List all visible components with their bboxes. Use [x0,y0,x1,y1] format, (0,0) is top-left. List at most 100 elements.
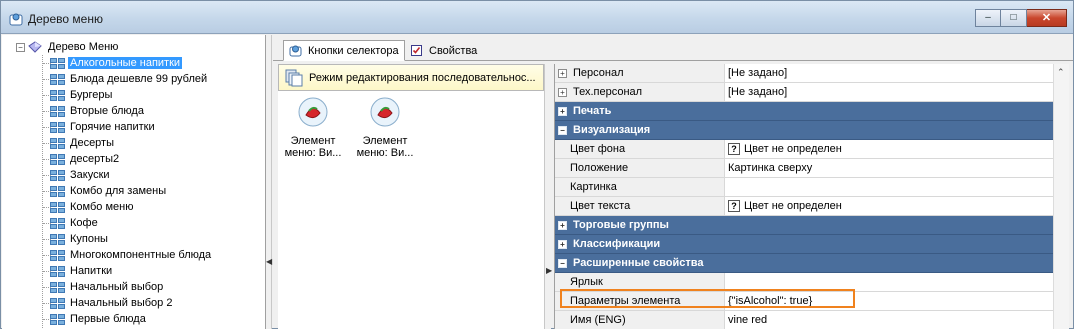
expand-icon[interactable]: + [558,106,567,116]
property-name-cell: Имя (ENG) [555,311,725,329]
tree-item-label: Горячие напитки [70,121,155,133]
tree-item[interactable]: Комбо меню [50,199,135,215]
tree-item[interactable]: Закуски [50,167,112,183]
expand-icon[interactable]: + [558,68,567,78]
property-category-label: Печать [573,105,612,117]
menu-tree-window: Дерево меню – □ ✕ − Дерево Меню Алкоголь… [0,0,1074,329]
tree-root[interactable]: − Дерево Меню [16,39,120,55]
menu-category-icon [50,313,65,325]
property-value: [Не задано] [728,86,788,98]
property-row[interactable]: + Персонал [Не задано] [555,64,1054,83]
tab-properties[interactable]: Свойства [405,40,482,61]
property-row[interactable]: Положение Картинка сверху [555,159,1054,178]
property-value-cell[interactable] [725,273,1054,292]
collapse-icon[interactable]: − [16,42,25,52]
property-value-cell[interactable]: {"isAlcohol": true} [725,292,1054,311]
property-grid-scrollbar[interactable]: ⌃ [1053,64,1069,329]
menu-element-icon [298,97,328,127]
collapse-left-icon[interactable]: ◀ [266,257,272,266]
sequence-edit-mode-header[interactable]: Режим редактирования последовательнос... [278,64,544,91]
tree-item[interactable]: Горячие напитки [50,119,157,135]
tree-item[interactable]: Блюда дешевле 99 рублей [50,71,209,87]
tree-item[interactable]: Напитки [50,263,114,279]
property-category-label: Расширенные свойства [573,257,704,269]
tree-item[interactable]: Вторые блюда [50,103,146,119]
tree-item[interactable]: Многокомпонентные блюда [50,247,213,263]
property-row[interactable]: Ярлык [555,273,1054,292]
tree-item[interactable]: Десерты [50,135,116,151]
minimize-button[interactable]: – [975,9,1001,27]
property-category[interactable]: + Печать [555,102,1054,121]
title-bar[interactable]: Дерево меню – □ ✕ [1,1,1073,34]
maximize-button[interactable]: □ [1001,9,1027,27]
property-value-cell[interactable]: ? Цвет не определен [725,140,1054,159]
property-grid[interactable]: + Персонал [Не задано] + Тех.персонал [Не зад… [554,64,1069,329]
minimize-icon: – [985,12,991,23]
property-value-cell[interactable]: vine red [725,311,1054,329]
tree-item[interactable]: Начальный выбор [50,279,165,295]
property-row[interactable]: Цвет фона? Цвет не определен [555,140,1054,159]
tree-item[interactable]: Комбо для замены [50,183,168,199]
menu-category-icon [50,249,65,261]
tree-root-label: Дерево Меню [48,41,119,53]
expand-icon[interactable]: + [558,220,567,230]
property-name-cell: Картинка [555,178,725,197]
property-value-cell[interactable]: ? Цвет не определен [725,197,1054,216]
close-icon: ✕ [1041,11,1052,24]
tree-item-label: Закуски [70,169,110,181]
expand-icon[interactable]: + [558,87,567,97]
property-category[interactable]: − Визуализация [555,121,1054,140]
close-button[interactable]: ✕ [1027,9,1067,27]
menu-element-1[interactable]: Элемент меню: Ви... [280,96,346,160]
property-value-cell[interactable] [725,178,1054,197]
tree-item-label: Купоны [70,233,108,245]
property-row[interactable]: Картинка [555,178,1054,197]
tree-item[interactable]: Кофе [50,215,100,231]
sequence-edit-icon [285,69,303,86]
tree-item-label: Вторые блюда [70,105,144,117]
menu-tree[interactable]: − Дерево Меню Алкогольные напитки Блюда д… [2,35,266,329]
menu-category-icon [50,169,65,181]
collapse-icon[interactable]: − [558,258,567,268]
property-value-cell[interactable]: [Не задано] [725,64,1054,83]
sequence-edit-mode-label: Режим редактирования последовательнос... [309,71,536,84]
menu-category-icon [50,89,65,101]
menu-category-icon [50,57,65,69]
left-splitter[interactable]: ◀ [266,35,272,329]
scroll-up-icon[interactable]: ⌃ [1057,67,1065,78]
property-name-cell: Цвет фона [555,140,725,159]
tree-item-label: Комбо меню [70,201,134,213]
property-row[interactable]: Цвет текста? Цвет не определен [555,197,1054,216]
tree-item[interactable]: Алкогольные напитки [50,55,183,71]
tree-item[interactable]: Первые блюда [50,311,148,327]
property-name: Тех.персонал [573,86,643,98]
property-row[interactable]: Параметры элемента {"isAlcohol": true} [555,292,1054,311]
collapse-icon[interactable]: − [558,125,567,135]
property-row[interactable]: Имя (ENG) vine red [555,311,1054,329]
tree-item[interactable]: десерты2 [50,151,121,167]
property-value-cell[interactable]: [Не задано] [725,83,1054,102]
tree-item[interactable]: Купоны [50,231,110,247]
collapse-right-icon[interactable]: ▶ [546,266,552,275]
tab-selector-buttons-label: Кнопки селектора [308,44,399,57]
property-name: Картинка [570,181,617,193]
tab-selector-buttons[interactable]: Кнопки селектора [283,40,405,61]
properties-icon [411,45,422,56]
tree-item[interactable]: Начальный выбор 2 [50,295,174,311]
property-row[interactable]: + Тех.персонал [Не задано] [555,83,1054,102]
property-category[interactable]: − Расширенные свойства [555,254,1054,273]
property-category[interactable]: + Классификации [555,235,1054,254]
middle-splitter[interactable]: ▶ [544,64,552,329]
menu-category-icon [50,121,65,133]
tab-properties-label: Свойства [429,44,478,57]
menu-element-2[interactable]: Элемент меню: Ви... [352,96,418,160]
tree-item[interactable]: Бургеры [50,87,114,103]
property-value-cell[interactable]: Картинка сверху [725,159,1054,178]
property-name: Персонал [573,67,624,79]
property-value: {"isAlcohol": true} [728,295,813,307]
tree-item-label: Начальный выбор 2 [70,297,173,309]
property-category[interactable]: + Торговые группы [555,216,1054,235]
sequence-area[interactable]: Элемент меню: Ви... Элемент меню: Ви... [278,91,550,329]
expand-icon[interactable]: + [558,239,567,249]
color-undefined-icon: ? [728,200,740,212]
